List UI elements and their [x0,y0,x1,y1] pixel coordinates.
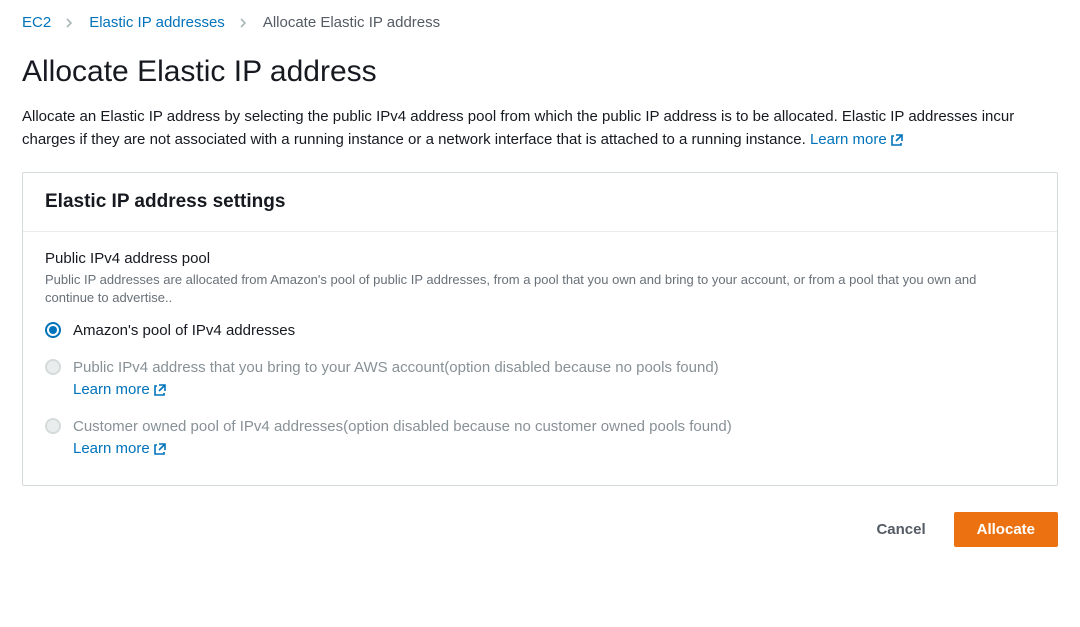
radio-button-icon [45,359,61,375]
settings-panel: Elastic IP address settings Public IPv4 … [22,172,1058,486]
cancel-button[interactable]: Cancel [866,513,935,546]
panel-title: Elastic IP address settings [45,191,1035,213]
field-help: Public IP addresses are allocated from A… [45,271,1005,309]
radio-byoip: Public IPv4 address that you bring to yo… [45,357,805,402]
form-actions: Cancel Allocate [22,506,1058,547]
panel-header: Elastic IP address settings [23,173,1057,232]
radio-button-icon [45,418,61,434]
radio-customer-pool-label: Customer owned pool of IPv4 addresses(op… [73,416,805,461]
radio-amazon-pool[interactable]: Amazon's pool of IPv4 addresses [45,320,805,343]
field-label: Public IPv4 address pool [45,250,1035,267]
chevron-right-icon [65,18,75,28]
external-link-icon [153,442,167,456]
panel-body: Public IPv4 address pool Public IP addre… [23,232,1057,485]
chevron-right-icon [239,18,249,28]
learn-more-text: Learn more [810,128,887,151]
breadcrumb: EC2 Elastic IP addresses Allocate Elasti… [22,14,1058,31]
allocate-button[interactable]: Allocate [954,512,1058,547]
breadcrumb-current: Allocate Elastic IP address [263,14,440,31]
breadcrumb-root[interactable]: EC2 [22,14,51,31]
radio-amazon-pool-label: Amazon's pool of IPv4 addresses [73,320,295,343]
external-link-icon [890,133,904,147]
radio-customer-pool-text: Customer owned pool of IPv4 addresses(op… [73,418,732,435]
learn-more-text: Learn more [73,438,150,461]
learn-more-link-byoip[interactable]: Learn more [73,379,167,402]
learn-more-link[interactable]: Learn more [810,128,904,151]
page-intro: Allocate an Elastic IP address by select… [22,105,1042,152]
page-title: Allocate Elastic IP address [22,55,1058,89]
address-pool-radio-group: Amazon's pool of IPv4 addresses Public I… [45,320,1035,461]
radio-customer-pool: Customer owned pool of IPv4 addresses(op… [45,416,805,461]
external-link-icon [153,383,167,397]
radio-byoip-text: Public IPv4 address that you bring to yo… [73,359,719,376]
radio-button-icon [45,322,61,338]
radio-byoip-label: Public IPv4 address that you bring to yo… [73,357,805,402]
breadcrumb-parent[interactable]: Elastic IP addresses [89,14,225,31]
learn-more-text: Learn more [73,379,150,402]
learn-more-link-customer[interactable]: Learn more [73,438,167,461]
